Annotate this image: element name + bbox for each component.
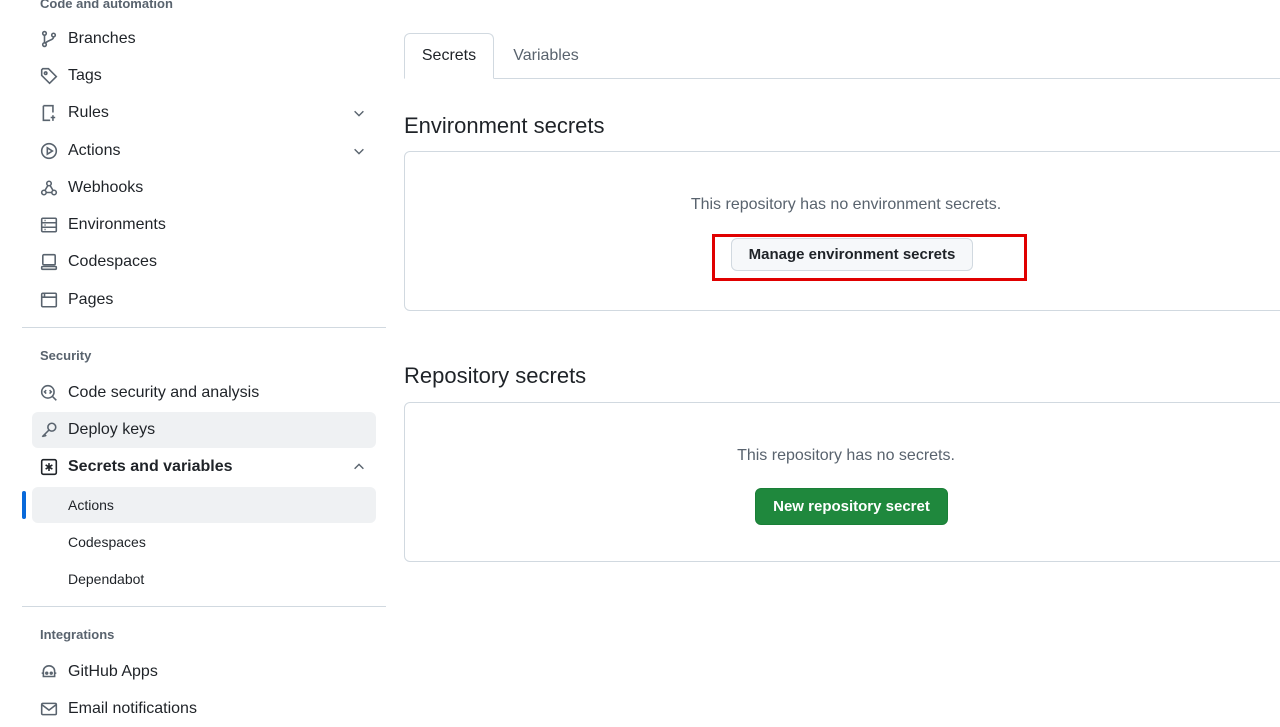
environment-secrets-title: Environment secrets bbox=[404, 113, 605, 138]
sidebar-item-label: Environments bbox=[68, 216, 166, 233]
sidebar-item-label: Deploy keys bbox=[68, 421, 156, 438]
sidebar-item-label: Actions bbox=[68, 497, 114, 513]
sidebar-item-environments[interactable]: Environments bbox=[32, 207, 376, 243]
new-repository-secret-button[interactable]: New repository secret bbox=[755, 488, 948, 525]
repository-secrets-box: This repository has no secrets. New repo… bbox=[404, 402, 1280, 562]
key-icon bbox=[40, 421, 58, 439]
main-content: Secrets Variables Environment secrets Th… bbox=[404, 0, 1280, 713]
repository-empty-text: This repository has no secrets. bbox=[737, 447, 955, 464]
sidebar-item-github-apps[interactable]: GitHub Apps bbox=[32, 654, 376, 690]
sidebar-item-label: Codespaces bbox=[68, 534, 146, 550]
sidebar-item-actions[interactable]: Actions bbox=[32, 133, 376, 169]
security-heading: Security bbox=[40, 348, 92, 363]
sidebar-item-branches[interactable]: Branches bbox=[32, 21, 376, 57]
tab-secrets[interactable]: Secrets bbox=[404, 33, 494, 79]
manage-environment-secrets-button[interactable]: Manage environment secrets bbox=[731, 238, 973, 271]
tab-variables[interactable]: Variables bbox=[500, 33, 592, 79]
sidebar-item-label: Tags bbox=[68, 67, 102, 84]
repository-secrets-title: Repository secrets bbox=[404, 363, 587, 388]
code-automation-heading: Code and automation bbox=[40, 0, 173, 11]
server-icon bbox=[40, 216, 58, 234]
chevron-down-icon[interactable] bbox=[352, 106, 366, 120]
sidebar-item-label: Secrets and variables bbox=[68, 458, 233, 475]
sidebar-subitem-actions[interactable]: Actions bbox=[32, 487, 376, 523]
active-indicator bbox=[22, 491, 26, 519]
webhook-icon bbox=[40, 179, 58, 197]
sidebar-item-label: GitHub Apps bbox=[68, 663, 158, 680]
settings-sidebar: Code and automation Branches Tags Rules … bbox=[0, 0, 400, 717]
mail-icon bbox=[40, 700, 58, 718]
browser-icon bbox=[40, 291, 58, 309]
sidebar-item-label: Codespaces bbox=[68, 253, 157, 270]
sidebar-item-codespaces[interactable]: Codespaces bbox=[32, 244, 376, 280]
sidebar-divider bbox=[22, 327, 386, 328]
tag-icon bbox=[40, 67, 58, 85]
sidebar-item-deploy-keys[interactable]: Deploy keys bbox=[32, 412, 376, 448]
sidebar-item-label: Email notifications bbox=[68, 700, 197, 717]
chevron-down-icon[interactable] bbox=[352, 144, 366, 158]
rules-icon bbox=[40, 104, 58, 122]
sidebar-item-label: Rules bbox=[68, 104, 109, 121]
sidebar-item-label: Actions bbox=[68, 142, 121, 159]
play-icon bbox=[40, 142, 58, 160]
codespaces-icon bbox=[40, 253, 58, 271]
sidebar-item-label: Webhooks bbox=[68, 179, 144, 196]
sidebar-subitem-dependabot[interactable]: Dependabot bbox=[32, 561, 376, 597]
codescan-icon bbox=[40, 384, 58, 402]
apps-icon bbox=[40, 663, 58, 681]
sidebar-item-label: Dependabot bbox=[68, 571, 145, 587]
sidebar-item-webhooks[interactable]: Webhooks bbox=[32, 170, 376, 206]
sidebar-divider bbox=[22, 606, 386, 607]
sidebar-item-label: Pages bbox=[68, 291, 114, 308]
sidebar-item-label: Branches bbox=[68, 30, 136, 47]
asterisk-icon bbox=[40, 458, 58, 476]
sidebar-item-rules[interactable]: Rules bbox=[32, 95, 376, 131]
sidebar-item-email-notifications[interactable]: Email notifications bbox=[32, 691, 376, 727]
integrations-heading: Integrations bbox=[40, 627, 115, 642]
sidebar-item-label: Code security and analysis bbox=[68, 384, 260, 401]
sidebar-item-pages[interactable]: Pages bbox=[32, 282, 376, 318]
environment-empty-text: This repository has no environment secre… bbox=[690, 196, 1002, 213]
chevron-up-icon[interactable] bbox=[352, 460, 366, 474]
sidebar-item-secrets-variables[interactable]: Secrets and variables bbox=[32, 449, 376, 485]
branch-icon bbox=[40, 30, 58, 48]
environment-secrets-box: This repository has no environment secre… bbox=[404, 151, 1280, 311]
sidebar-item-tags[interactable]: Tags bbox=[32, 58, 376, 94]
sidebar-subitem-codespaces[interactable]: Codespaces bbox=[32, 524, 376, 560]
sidebar-item-code-security[interactable]: Code security and analysis bbox=[32, 375, 376, 411]
